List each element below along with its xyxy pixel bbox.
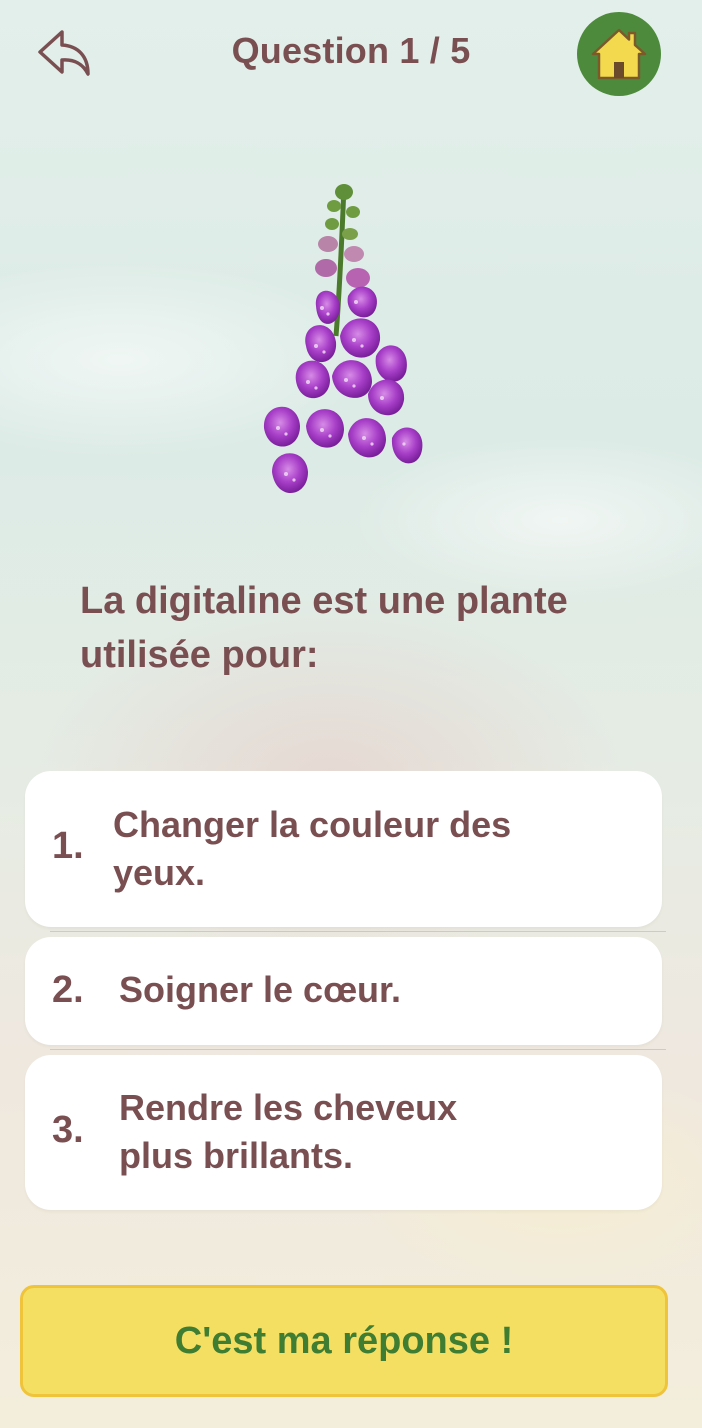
answer-option-3[interactable]: 3. Rendre les cheveux plus brillants.	[25, 1055, 662, 1210]
answer-number: 2.	[52, 969, 84, 1011]
submit-answer-button[interactable]: C'est ma réponse !	[20, 1285, 668, 1397]
answer-option-2[interactable]: 2. Soigner le cœur.	[25, 937, 662, 1045]
header-bar: Question 1 / 5	[0, 0, 702, 110]
answer-number: 3.	[52, 1109, 84, 1151]
answer-text: Changer la couleur des yeux.	[113, 804, 512, 893]
answer-number: 1.	[52, 825, 84, 867]
answer-text: Rendre les cheveux plus brillants.	[119, 1087, 458, 1176]
divider	[50, 1049, 666, 1050]
answer-option-1[interactable]: 1. Changer la couleur des yeux.	[25, 771, 662, 927]
divider	[50, 931, 666, 932]
question-text: La digitaline est une plante utilisée po…	[80, 580, 568, 676]
home-button[interactable]	[577, 12, 661, 96]
answer-text: Soigner le cœur.	[119, 969, 402, 1010]
home-icon	[591, 28, 647, 80]
foxglove-plant-image	[263, 184, 423, 494]
